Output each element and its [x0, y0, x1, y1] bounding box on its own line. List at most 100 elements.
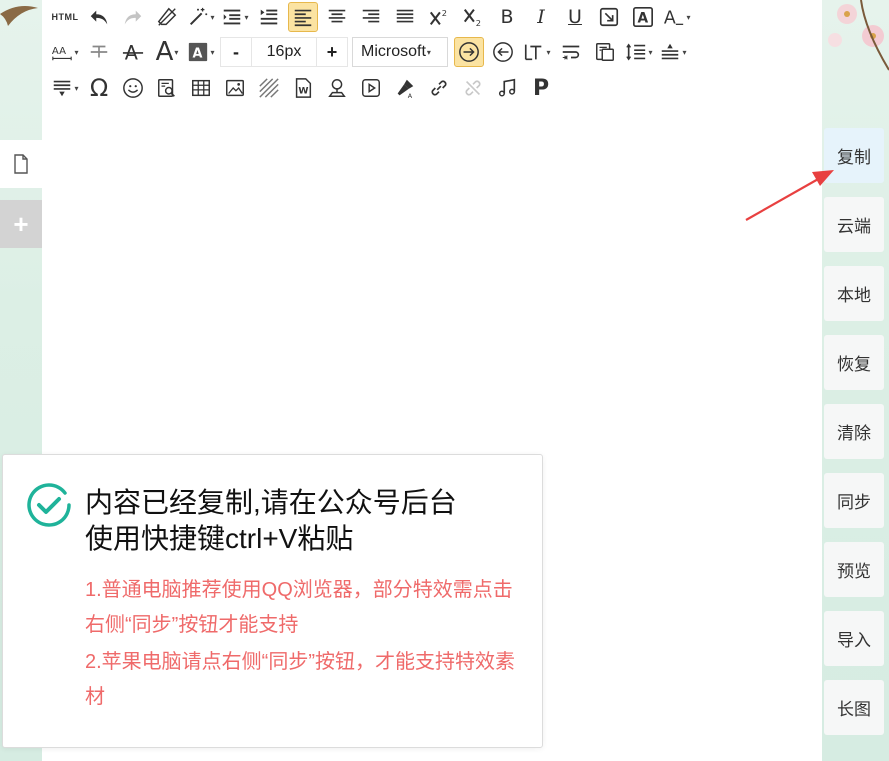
align-center-button[interactable]: [322, 2, 352, 32]
html-source-button[interactable]: HTML: [50, 2, 80, 32]
align-justify-button[interactable]: [390, 2, 420, 32]
background-color-button[interactable]: A ▾: [186, 37, 216, 67]
caret-down-icon: ▾: [174, 47, 179, 57]
format-painter-button[interactable]: [590, 37, 620, 67]
text-effect-icon: A: [664, 8, 684, 28]
font-size-increase-button[interactable]: +: [317, 38, 347, 66]
font-size-menu-button[interactable]: A ▾: [152, 37, 182, 67]
indent-icon: [260, 9, 278, 25]
list-indent-icon: [224, 9, 241, 25]
text-indent-menu-button[interactable]: ▾: [522, 37, 552, 67]
caret-down-icon: ▾: [74, 47, 79, 57]
unlink-button[interactable]: [458, 73, 488, 103]
redo-icon: [124, 10, 142, 25]
clear-format-button[interactable]: [152, 2, 182, 32]
caret-down-icon: ▾: [210, 12, 215, 22]
insert-word-button[interactable]: W: [288, 73, 318, 103]
caret-down-icon: ▾: [244, 12, 249, 22]
eraser-icon: [157, 7, 177, 26]
redo-button[interactable]: [118, 2, 148, 32]
strikethrough-button[interactable]: A: [118, 37, 148, 67]
image-icon: [226, 79, 244, 97]
caret-down-icon: ▾: [426, 47, 431, 57]
underline-button[interactable]: U: [560, 2, 590, 32]
font-size-stepper[interactable]: - 16px +: [220, 37, 348, 67]
svg-text:A: A: [638, 11, 649, 27]
align-left-button[interactable]: [288, 2, 318, 32]
preview-button[interactable]: 预览: [824, 542, 884, 597]
font-size-value[interactable]: 16px: [251, 38, 317, 66]
check-circle-icon: [27, 483, 71, 527]
first-line-indent-button[interactable]: [254, 2, 284, 32]
add-tab-button[interactable]: +: [0, 200, 42, 248]
text-border-button[interactable]: A: [628, 2, 658, 32]
letter-spacing-button[interactable]: AA ▾: [50, 37, 80, 67]
line-height-icon: [626, 43, 646, 61]
font-size-decrease-button[interactable]: -: [221, 38, 251, 66]
restore-button[interactable]: 恢复: [824, 335, 884, 390]
paragraph-spacing-button[interactable]: ▾: [658, 37, 688, 67]
subscript-icon: 2: [463, 9, 481, 28]
paragraph-spacing-icon: [662, 43, 679, 60]
strikethrough-line-button[interactable]: [84, 37, 114, 67]
sync-button[interactable]: 同步: [824, 473, 884, 528]
insert-link-button[interactable]: [424, 73, 454, 103]
local-button[interactable]: 本地: [824, 266, 884, 321]
align-left-icon: [294, 9, 312, 27]
bold-button[interactable]: B: [492, 2, 522, 32]
insert-box-button[interactable]: [594, 2, 624, 32]
dialog-note-1: 1.普通电脑推荐使用QQ浏览器，部分特效需点击右侧“同步”按钮才能支持: [85, 579, 513, 636]
caret-down-icon: ▾: [682, 47, 687, 57]
line-height-button[interactable]: ▾: [624, 37, 654, 67]
ltr-direction-button[interactable]: [454, 37, 484, 67]
import-button[interactable]: 导入: [824, 611, 884, 666]
clear-style-button[interactable]: [556, 37, 586, 67]
svg-text:2: 2: [476, 18, 481, 28]
search-replace-button[interactable]: [152, 73, 182, 103]
magic-wand-icon: [190, 7, 208, 26]
spacing-after-icon: [54, 80, 71, 97]
align-right-icon: [362, 9, 380, 23]
superscript-button[interactable]: 2: [424, 2, 454, 32]
dialog-note-2: 2.苹果电脑请点右侧“同步”按钮，才能支持特效素材: [85, 651, 515, 708]
svg-text:A: A: [193, 47, 203, 62]
clear-button[interactable]: 清除: [824, 404, 884, 459]
magic-format-button[interactable]: ▾: [186, 2, 216, 32]
subscript-button[interactable]: 2: [458, 2, 488, 32]
align-justify-icon: [396, 9, 414, 23]
wrap-text-icon: [562, 45, 580, 60]
insert-image-button[interactable]: [220, 73, 250, 103]
annotation-arrow: [745, 170, 834, 221]
font-family-select[interactable]: Microsoft ▾: [352, 37, 448, 67]
special-char-button[interactable]: Ω: [84, 73, 114, 103]
insert-map-button[interactable]: [322, 73, 352, 103]
font-effect-button[interactable]: A ▾: [662, 2, 692, 32]
link-icon: [431, 80, 447, 96]
svg-text:2: 2: [442, 8, 447, 18]
box-arrow-icon: [599, 7, 619, 27]
undo-button[interactable]: [84, 2, 114, 32]
svg-text:W: W: [298, 86, 308, 97]
indent-options-button[interactable]: ▾: [220, 2, 250, 32]
svg-text:A: A: [408, 92, 413, 99]
background-pattern-button[interactable]: [254, 73, 284, 103]
align-right-button[interactable]: [356, 2, 386, 32]
highlight-a-icon: A: [189, 42, 208, 62]
long-image-button[interactable]: 长图: [824, 680, 884, 735]
rtl-direction-button[interactable]: [488, 37, 518, 67]
superscript-icon: 2: [429, 8, 447, 25]
insert-video-button[interactable]: [356, 73, 386, 103]
italic-button[interactable]: I: [526, 2, 556, 32]
insert-table-button[interactable]: [186, 73, 216, 103]
caret-down-icon: ▾: [686, 12, 691, 22]
format-brush-button[interactable]: A: [390, 73, 420, 103]
smiley-icon: [123, 78, 143, 98]
emoji-button[interactable]: [118, 73, 148, 103]
video-icon: [362, 79, 380, 97]
unlink-icon: [465, 80, 481, 96]
copy-success-dialog: 内容已经复制,请在公众号后台 使用快捷键ctrl+V粘贴 1.普通电脑推荐使用Q…: [2, 454, 543, 748]
document-tab[interactable]: [0, 140, 42, 188]
paragraph-button[interactable]: P: [526, 73, 556, 103]
paragraph-after-spacing-button[interactable]: ▾: [50, 73, 80, 103]
insert-music-button[interactable]: [492, 73, 522, 103]
